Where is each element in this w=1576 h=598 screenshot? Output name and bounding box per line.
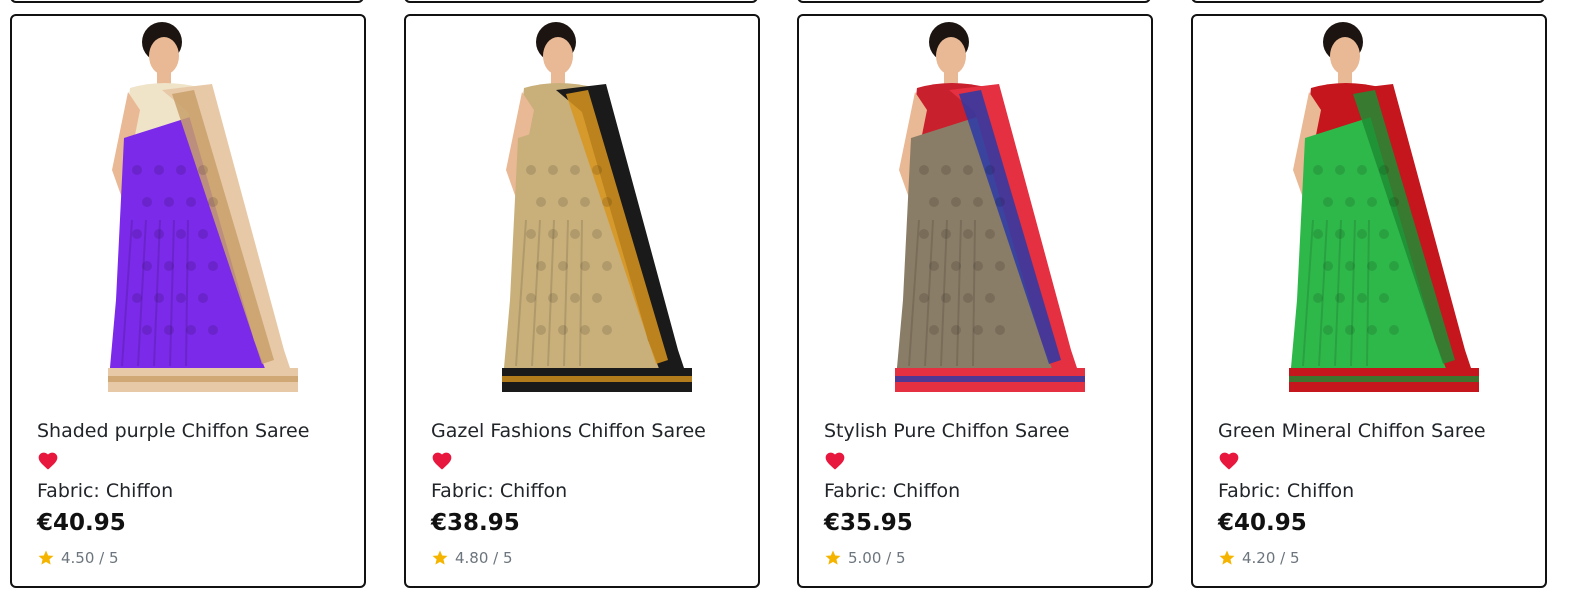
heart-icon[interactable] (824, 450, 846, 472)
product-fabric: Fabric: Chiffon (431, 480, 568, 502)
rating-value: 4.20 / 5 (1242, 549, 1300, 567)
product-title[interactable]: Green Mineral Chiffon Saree (1218, 420, 1486, 442)
product-grid: Shaded purple Chiffon Saree Fabric: Chif… (0, 0, 1576, 598)
star-icon (432, 550, 448, 565)
product-fabric: Fabric: Chiffon (37, 480, 174, 502)
product-fabric: Fabric: Chiffon (1218, 480, 1355, 502)
product-rating: 4.80 / 5 (431, 549, 513, 567)
previous-card-edge (404, 0, 758, 3)
heart-icon[interactable] (37, 450, 59, 472)
star-icon (38, 550, 54, 565)
product-card[interactable]: Stylish Pure Chiffon Saree Fabric: Chiff… (797, 14, 1153, 588)
star-icon (825, 550, 841, 565)
product-card[interactable]: Shaded purple Chiffon Saree Fabric: Chif… (10, 14, 366, 588)
saree-illustration (895, 22, 1085, 392)
product-title[interactable]: Gazel Fashions Chiffon Saree (431, 420, 706, 442)
rating-value: 4.80 / 5 (455, 549, 513, 567)
product-image[interactable] (406, 20, 758, 400)
product-price: €35.95 (824, 510, 913, 536)
product-price: €40.95 (1218, 510, 1307, 536)
saree-illustration (1289, 22, 1479, 392)
product-title[interactable]: Shaded purple Chiffon Saree (37, 420, 309, 442)
heart-icon[interactable] (431, 450, 453, 472)
product-price: €38.95 (431, 510, 520, 536)
previous-card-edge (1191, 0, 1545, 3)
rating-value: 5.00 / 5 (848, 549, 906, 567)
product-card[interactable]: Gazel Fashions Chiffon Saree Fabric: Chi… (404, 14, 760, 588)
product-card[interactable]: Green Mineral Chiffon Saree Fabric: Chif… (1191, 14, 1547, 588)
previous-card-edge (797, 0, 1151, 3)
product-rating: 5.00 / 5 (824, 549, 906, 567)
product-rating: 4.50 / 5 (37, 549, 119, 567)
saree-illustration (502, 22, 692, 392)
product-fabric: Fabric: Chiffon (824, 480, 961, 502)
rating-value: 4.50 / 5 (61, 549, 119, 567)
product-image[interactable] (799, 20, 1151, 400)
heart-icon[interactable] (1218, 450, 1240, 472)
product-title[interactable]: Stylish Pure Chiffon Saree (824, 420, 1069, 442)
product-price: €40.95 (37, 510, 126, 536)
star-icon (1219, 550, 1235, 565)
product-image[interactable] (1193, 20, 1545, 400)
previous-card-edge (10, 0, 364, 3)
product-rating: 4.20 / 5 (1218, 549, 1300, 567)
product-image[interactable] (12, 20, 364, 400)
saree-illustration (108, 22, 298, 392)
